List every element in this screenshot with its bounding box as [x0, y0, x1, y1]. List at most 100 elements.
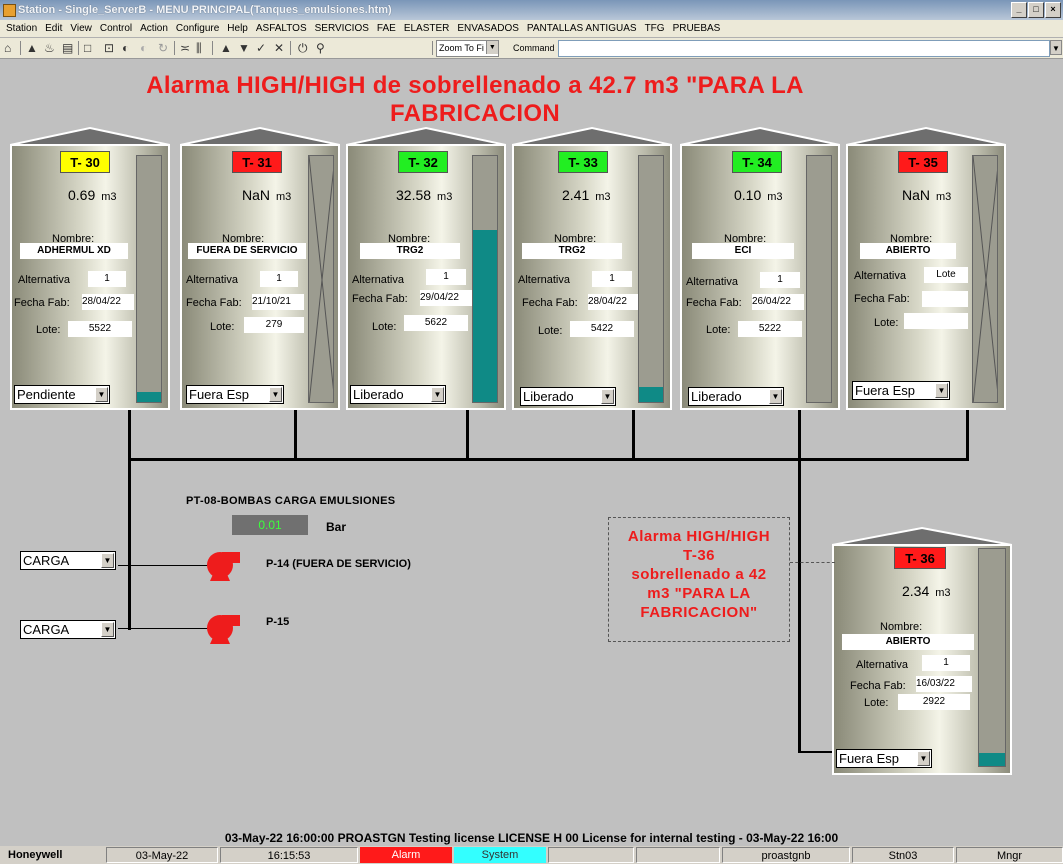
tank-alt-field[interactable]: 1: [426, 269, 466, 285]
window-icon[interactable]: □: [84, 40, 91, 56]
tank-lote-field[interactable]: 5622: [404, 315, 468, 331]
tank-fecha-field[interactable]: 21/10/21: [252, 294, 304, 310]
bars-icon[interactable]: ⫼: [196, 40, 202, 56]
home-icon[interactable]: ⌂: [4, 40, 11, 56]
menu-view[interactable]: View: [70, 20, 92, 37]
pump-p14-icon[interactable]: [206, 546, 242, 582]
menu-fae[interactable]: FAE: [377, 20, 396, 37]
tank-t32[interactable]: T- 32 32.58 m3 Nombre: TRG2 Alternativa 1…: [346, 127, 506, 410]
out-of-service-cross-icon: [309, 156, 333, 402]
menu-configure[interactable]: Configure: [176, 20, 219, 37]
power-icon[interactable]: ⏻: [298, 40, 308, 56]
tank-fecha-field[interactable]: 16/03/22: [916, 676, 972, 692]
tank-tag: T- 31: [232, 151, 282, 173]
refresh-icon[interactable]: ↻: [158, 40, 168, 56]
menu-pruebas[interactable]: PRUEBAS: [673, 20, 721, 37]
menu-help[interactable]: Help: [227, 20, 248, 37]
minimize-button[interactable]: _: [1011, 2, 1027, 18]
zoom-select[interactable]: Zoom To Fi ▼: [436, 40, 499, 57]
pump-p14-mode-select[interactable]: CARGA ▼: [20, 551, 116, 570]
tank-t36[interactable]: T- 36 2.34 m3 Nombre: ABIERTO Alternativa…: [832, 527, 1012, 775]
tank-fecha-field[interactable]: [922, 291, 968, 307]
alarm-triangle-icon[interactable]: ▲: [26, 40, 38, 56]
raise-icon[interactable]: ▲: [220, 40, 232, 56]
tank-fecha-field[interactable]: 28/04/22: [588, 294, 638, 310]
pump-p15-mode-select[interactable]: CARGA ▼: [20, 620, 116, 639]
pipe: [466, 409, 469, 459]
tank-alt-field[interactable]: 1: [760, 272, 800, 288]
tank-level-fill: [473, 229, 497, 402]
maximize-button[interactable]: □: [1028, 2, 1044, 18]
search-icon[interactable]: ⚲: [316, 40, 325, 56]
tank-alt-field[interactable]: 1: [922, 655, 970, 671]
tank-alt-field[interactable]: 1: [260, 271, 298, 287]
tank-fecha-field[interactable]: 28/04/22: [82, 294, 134, 310]
tank-status-select[interactable]: Liberado ▼: [350, 385, 446, 404]
command-input[interactable]: [558, 40, 1050, 57]
pressure-transmitter-title: PT-08-BOMBAS CARGA EMULSIONES: [186, 495, 396, 507]
tank-status-select[interactable]: Fuera Esp ▼: [186, 385, 284, 404]
events-icon[interactable]: ▤: [62, 40, 73, 56]
menu-asfaltos[interactable]: ASFALTOS: [256, 20, 307, 37]
tank-name-field: ECI: [692, 243, 794, 259]
tank-volume-unit: m3: [595, 191, 611, 203]
tank-level-gauge: [978, 548, 1006, 767]
lower-icon[interactable]: ▼: [238, 40, 250, 56]
tank-fecha-field[interactable]: 29/04/22: [420, 290, 472, 306]
tank-status-select[interactable]: Liberado ▼: [688, 387, 784, 406]
menu-servicios[interactable]: SERVICIOS: [315, 20, 369, 37]
tank-lote-field[interactable]: 279: [244, 317, 304, 333]
tank-t31[interactable]: T- 31 NaN m3 Nombre: FUERA DE SERVICIO Al…: [180, 127, 340, 410]
menu-elaster[interactable]: ELASTER: [404, 20, 450, 37]
tank-lote-field[interactable]: [904, 313, 968, 329]
menu-action[interactable]: Action: [140, 20, 168, 37]
back-icon[interactable]: ◐: [122, 40, 129, 56]
tank-t30[interactable]: T- 30 0.69 m3 Nombre: ADHERMUL XD Alterna…: [10, 127, 170, 410]
menu-control[interactable]: Control: [100, 20, 132, 37]
acknowledge-icon[interactable]: ✓: [256, 40, 266, 56]
tank-alt-field[interactable]: Lote: [924, 267, 968, 283]
tank-lote-field[interactable]: 5222: [738, 321, 802, 337]
display-icon[interactable]: ⊡: [104, 40, 114, 56]
menu-edit[interactable]: Edit: [45, 20, 62, 37]
tank-lote-field[interactable]: 5522: [68, 321, 132, 337]
tank-status-select[interactable]: Fuera Esp ▼: [836, 749, 932, 768]
tank-status-select[interactable]: Pendiente ▼: [14, 385, 110, 404]
tank-fecha-label: Fecha Fab:: [854, 293, 910, 305]
system-status-button[interactable]: System: [454, 847, 546, 863]
menu-station[interactable]: Station: [6, 20, 37, 37]
tank-alt-field[interactable]: 1: [88, 271, 126, 287]
tank-status-select[interactable]: Liberado ▼: [520, 387, 616, 406]
tank-volume-unit: m3: [767, 191, 783, 203]
forward-icon[interactable]: ◐: [140, 40, 147, 56]
chevron-down-icon: ▼: [95, 387, 108, 402]
tank-t35[interactable]: T- 35 NaN m3 Nombre: ABIERTO Alternativa …: [846, 127, 1006, 410]
tank-lote-label: Lote:: [36, 324, 61, 336]
tank-lote-field[interactable]: 2922: [898, 694, 970, 710]
status-empty-cell: [548, 847, 634, 863]
tank-fecha-field[interactable]: 26/04/22: [752, 294, 804, 310]
tank-alt-field[interactable]: 1: [592, 271, 632, 287]
tank-lote-label: Lote:: [210, 321, 235, 333]
close-button[interactable]: ×: [1045, 2, 1061, 18]
cancel-icon[interactable]: ✕: [274, 40, 284, 56]
pump-p15-icon[interactable]: [206, 609, 242, 645]
window-title-bar: Station - Single_ServerB - MENU PRINCIPA…: [0, 0, 1063, 20]
menu-pantallas-antiguas[interactable]: PANTALLAS ANTIGUAS: [527, 20, 637, 37]
menu-tfg[interactable]: TFG: [645, 20, 665, 37]
tank-lote-field[interactable]: 5422: [570, 321, 634, 337]
pressure-value[interactable]: 0.01: [232, 515, 308, 535]
tank-lote-label: Lote:: [538, 325, 563, 337]
menu-envasados[interactable]: ENVASADOS: [457, 20, 519, 37]
alarm-summary-icon[interactable]: ♨: [44, 40, 55, 56]
tank-level-fill: [639, 387, 663, 402]
tank-tag: T- 34: [732, 151, 782, 173]
tank-volume-unit: m3: [276, 191, 292, 203]
tank-t33[interactable]: T- 33 2.41 m3 Nombre: TRG2 Alternativa 1 …: [512, 127, 672, 410]
tank-t34[interactable]: T- 34 0.10 m3 Nombre: ECI Alternativa 1 F…: [680, 127, 840, 410]
tank-fecha-label: Fecha Fab:: [522, 297, 578, 309]
command-dropdown-icon[interactable]: ▼: [1050, 40, 1062, 55]
tank-status-select[interactable]: Fuera Esp ▼: [852, 381, 950, 400]
alarm-status-button[interactable]: Alarm: [360, 847, 452, 863]
trend-icon[interactable]: ≍: [180, 40, 190, 56]
